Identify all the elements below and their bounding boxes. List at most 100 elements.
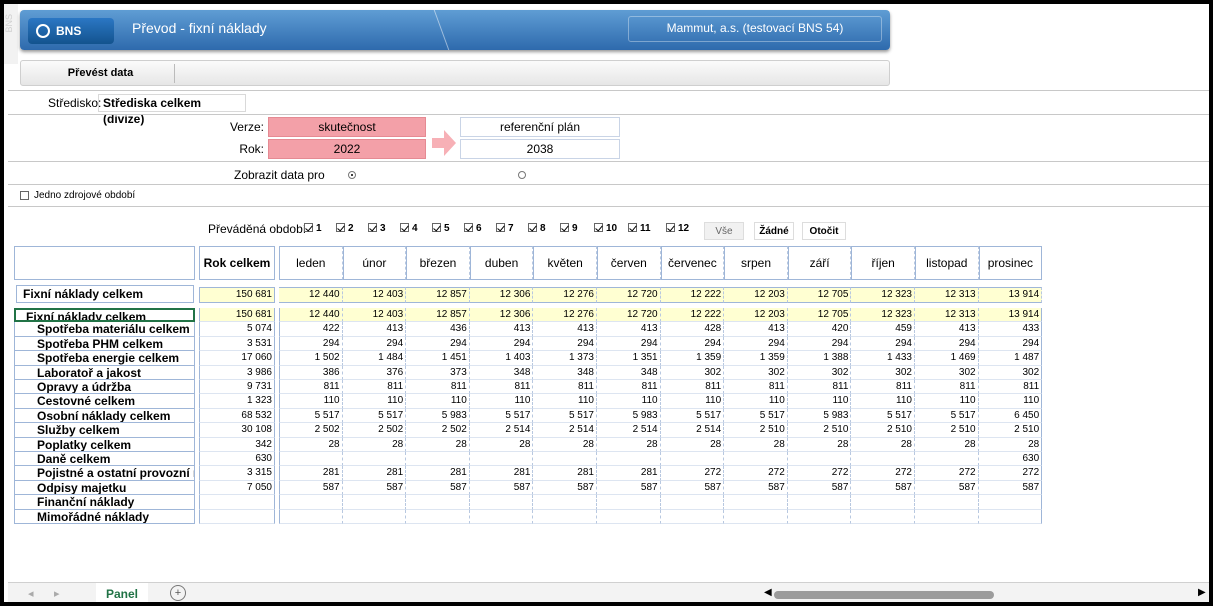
table-cell <box>279 495 343 510</box>
table-row-label: Daně celkem <box>14 452 195 467</box>
table-cell: 110 <box>469 394 534 409</box>
single-period-label: Jedno zdrojové období <box>34 190 136 201</box>
table-cell <box>978 495 1043 510</box>
table-cell: 294 <box>724 336 788 352</box>
table-cell: 12 276 <box>533 308 597 323</box>
table-cell <box>915 452 979 467</box>
month-header-8: srpen <box>724 246 788 280</box>
table-cell: 294 <box>915 336 979 352</box>
table-cell: 12 720 <box>597 308 661 323</box>
period-checkbox-3[interactable]: 3 <box>368 223 386 235</box>
table-row-label: Cestovné celkem <box>14 394 195 409</box>
period-checkbox-6[interactable]: 6 <box>464 223 482 235</box>
table-cell <box>978 509 1043 524</box>
summary-row-label: Fixní náklady celkem <box>16 285 194 303</box>
table-cell <box>851 509 915 524</box>
table-cell: 413 <box>469 322 534 337</box>
periods-label: Převáděná období <box>208 222 307 236</box>
all-button[interactable]: Vše <box>704 222 744 240</box>
summary-month-cell: 12 222 <box>660 287 725 303</box>
table-cell: 5 983 <box>406 408 470 424</box>
table-cell: 2 510 <box>787 423 852 438</box>
table-cell: 302 <box>915 365 979 380</box>
table-cell: 413 <box>597 322 661 337</box>
sheet-tab-panel[interactable]: Panel <box>96 583 148 602</box>
table-row-label: Fixní náklady celkem <box>14 308 195 323</box>
table-cell: 281 <box>342 466 407 481</box>
table-cell: 12 440 <box>279 308 343 323</box>
source-year[interactable]: 2022 <box>268 139 426 159</box>
add-sheet-icon[interactable]: + <box>170 585 186 601</box>
source-version[interactable]: skutečnost <box>268 117 426 137</box>
summary-month-cell: 12 440 <box>279 287 343 303</box>
period-checkbox-8[interactable]: 8 <box>528 223 546 235</box>
header-divider <box>420 10 450 50</box>
target-version[interactable]: referenční plán <box>460 117 620 137</box>
period-checkbox-12[interactable]: 12 <box>666 223 689 235</box>
reverse-button[interactable]: Otočit <box>802 222 846 240</box>
period-checkbox-7[interactable]: 7 <box>496 223 514 235</box>
period-checkbox-9[interactable]: 9 <box>560 223 578 235</box>
table-cell: 28 <box>724 437 788 452</box>
horizontal-scrollbar[interactable] <box>774 591 994 599</box>
table-cell: 272 <box>851 466 915 481</box>
scroll-left-icon[interactable]: ◀ <box>764 587 772 598</box>
period-checkbox-11[interactable]: 11 <box>628 223 651 235</box>
single-period-checkbox[interactable] <box>20 191 29 200</box>
summary-month-cell: 12 306 <box>469 287 534 303</box>
table-cell: 272 <box>660 466 725 481</box>
table-cell <box>597 509 661 524</box>
table-cell <box>915 509 979 524</box>
none-button[interactable]: Žádné <box>754 222 794 240</box>
month-header-1: leden <box>279 246 343 280</box>
table-cell: 811 <box>851 380 915 395</box>
convert-data-button[interactable]: Převést data <box>27 64 175 83</box>
table-cell: 294 <box>978 336 1043 352</box>
table-cell <box>406 495 470 510</box>
table-cell: 28 <box>660 437 725 452</box>
period-checkbox-4[interactable]: 4 <box>400 223 418 235</box>
checkbox-checked-icon <box>560 223 569 232</box>
table-cell: 1 351 <box>597 351 661 366</box>
table-cell: 294 <box>406 336 470 352</box>
table-cell: 2 510 <box>724 423 788 438</box>
summary-month-cell: 12 313 <box>915 287 979 303</box>
app-header: BNS Převod - fixní náklady Mammut, a.s. … <box>20 10 890 50</box>
table-cell <box>851 452 915 467</box>
table-cell <box>660 495 725 510</box>
target-year[interactable]: 2038 <box>460 139 620 159</box>
radio-target[interactable] <box>518 171 526 179</box>
checkbox-checked-icon <box>400 223 409 232</box>
row-label-header <box>14 246 195 280</box>
table-cell: 2 502 <box>279 423 343 438</box>
summary-month-cell: 12 403 <box>342 287 407 303</box>
center-select[interactable]: Střediska celkem (divize) <box>98 94 246 126</box>
month-header-11: listopad <box>915 246 979 280</box>
table-cell: 5 517 <box>660 408 725 424</box>
period-number: 10 <box>606 223 618 234</box>
table-cell: 272 <box>787 466 852 481</box>
period-checkbox-1[interactable]: 1 <box>304 223 322 235</box>
table-cell: 294 <box>787 336 852 352</box>
radio-source[interactable] <box>348 171 356 179</box>
scroll-tabs-right-icon[interactable]: ▸ <box>54 587 60 600</box>
scroll-right-icon[interactable]: ▶ <box>1198 587 1206 598</box>
table-cell: 1 469 <box>915 351 979 366</box>
table-row-label: Laboratoř a jakost <box>14 365 195 380</box>
period-checkbox-5[interactable]: 5 <box>432 223 450 235</box>
table-cell: 12 323 <box>851 308 915 323</box>
table-cell <box>469 509 534 524</box>
table-cell: 587 <box>406 480 470 496</box>
period-checkbox-10[interactable]: 10 <box>594 223 617 235</box>
table-cell: 413 <box>533 322 597 337</box>
table-row-label: Odpisy majetku <box>14 480 195 496</box>
table-cell: 110 <box>660 394 725 409</box>
summary-month-cell: 12 705 <box>787 287 852 303</box>
scroll-tabs-left-icon[interactable]: ◂ <box>28 587 34 600</box>
period-checkbox-2[interactable]: 2 <box>336 223 354 235</box>
table-cell: 294 <box>279 336 343 352</box>
table-cell: 811 <box>724 380 788 395</box>
table-row-label: Poplatky celkem <box>14 437 195 452</box>
table-cell: 110 <box>915 394 979 409</box>
table-cell: 1 403 <box>469 351 534 366</box>
